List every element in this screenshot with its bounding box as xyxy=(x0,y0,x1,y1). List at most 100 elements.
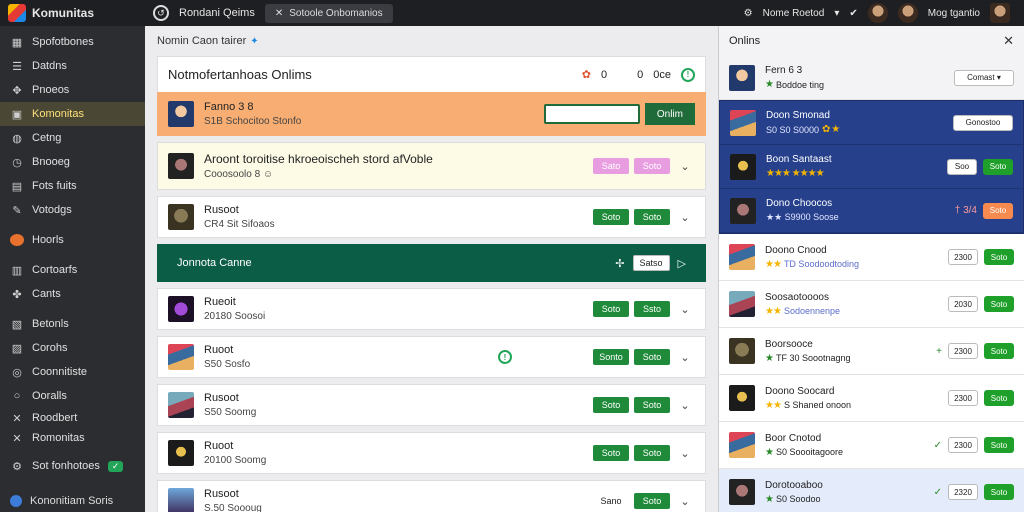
panel-item[interactable]: Dorotooaboo ★ S0 Soodoo ✓ 2320 Soto xyxy=(719,469,1024,512)
sidebar-item[interactable]: ✎ Votodgs xyxy=(0,198,145,222)
sidebar-item[interactable]: ▨ Corohs xyxy=(0,336,145,360)
list-item[interactable]: Rusoot S.50 Soooug Sano Soto ⌄ xyxy=(157,480,706,512)
search-pill[interactable]: ✕ Sotoole Onbomanios xyxy=(264,3,393,23)
panel-item[interactable]: Soosaotoooos ★★ Sodoennenpe 2030 Soto xyxy=(719,281,1024,328)
panel-item[interactable]: Fern 6 3 ★ Boddoe ting Comast ▾ xyxy=(719,56,1024,100)
bird-icon[interactable]: ✔ xyxy=(849,8,857,19)
row-action-button[interactable]: Sonto xyxy=(593,349,629,365)
section-band[interactable]: Jonnota Canne ✢ Satso ▷ xyxy=(157,244,706,282)
panel-item-button[interactable]: Soto xyxy=(983,202,1013,219)
sidebar-item[interactable]: ▦ Spofotbones xyxy=(0,30,145,54)
sidebar-item[interactable]: ✥ Pnoeos xyxy=(0,78,145,102)
row-action-button[interactable]: Soto xyxy=(634,209,670,225)
close-icon[interactable]: ✕ xyxy=(275,8,283,19)
avatar[interactable] xyxy=(867,3,888,23)
list-item[interactable]: Rusoot CR4 Sit Sifoaos Soto Soto ⌄ xyxy=(157,196,706,238)
sidebar-item[interactable]: Hoorls xyxy=(0,228,145,252)
panel-item-button[interactable]: 2300 xyxy=(948,390,978,406)
row-action-button[interactable]: Soto xyxy=(634,349,670,365)
row-action-button[interactable]: Soto xyxy=(593,397,629,413)
sort-select[interactable]: Comast ▾ xyxy=(954,69,1014,86)
online-input[interactable] xyxy=(543,104,640,124)
row-action-button[interactable]: Soto xyxy=(634,158,670,174)
sidebar-item[interactable]: ✕ Romonitas xyxy=(0,428,145,448)
top-left-label[interactable]: Rondani Qeims xyxy=(179,7,255,19)
panel-item-button[interactable]: 2030 xyxy=(948,296,978,312)
info-icon[interactable]: ! xyxy=(681,67,695,82)
plus-icon[interactable]: + xyxy=(936,346,942,357)
star-icon[interactable]: ✦ xyxy=(250,36,258,47)
panel-item-button[interactable]: Soto xyxy=(984,437,1014,453)
chevron-down-icon[interactable]: ⌄ xyxy=(675,160,695,173)
panel-item[interactable]: Dono Choocos ★★ S9900 Soose † 3/4 Soto xyxy=(720,189,1023,233)
sidebar-item[interactable]: ☰ Datdns xyxy=(0,54,145,78)
chevron-down-icon[interactable]: ⌄ xyxy=(675,399,695,412)
panel-item-button[interactable]: 2300 xyxy=(948,343,978,359)
top-right-label[interactable]: Nome Roetod xyxy=(763,8,825,19)
online-button[interactable]: Onlim xyxy=(644,103,695,125)
panel-item-button[interactable]: Soto xyxy=(983,158,1013,175)
row-action-button[interactable]: Soto xyxy=(634,397,670,413)
row-action-button[interactable]: Sato xyxy=(593,158,629,174)
panel-item-button[interactable]: 2300 xyxy=(948,437,978,453)
chevron-down-icon[interactable]: ⌄ xyxy=(675,447,695,460)
panel-item-button[interactable]: Soo xyxy=(947,158,977,175)
sidebar-item[interactable]: ○ Ooralls xyxy=(0,384,145,408)
sidebar-footer[interactable]: Kononitiam Soris xyxy=(0,490,145,512)
sidebar-item[interactable]: ✕ Roodbert xyxy=(0,408,145,428)
row-action-button[interactable]: Soto xyxy=(634,493,670,509)
app-brand[interactable]: Komunitas xyxy=(0,4,145,22)
sidebar-item-komunitas[interactable]: ▣ Komonitas xyxy=(0,102,145,126)
chevron-down-icon[interactable]: ⌄ xyxy=(675,211,695,224)
sidebar-item[interactable]: ⚙ Sot fonhotoes ✓ xyxy=(0,454,145,478)
row-action-button[interactable]: Sano xyxy=(593,493,629,509)
sidebar-item[interactable]: ◍ Cetng xyxy=(0,126,145,150)
info-icon[interactable]: ! xyxy=(498,350,512,364)
list-item[interactable]: Ruoot S50 Sosfo ! Sonto Soto ⌄ xyxy=(157,336,706,378)
share-icon[interactable]: ✢ xyxy=(615,257,624,270)
panel-item-button[interactable]: 2320 xyxy=(948,484,978,500)
sidebar-item[interactable]: ◷ Bnooeg xyxy=(0,150,145,174)
sidebar-item[interactable]: ◎ Coonnitiste xyxy=(0,360,145,384)
sidebar-item[interactable]: ▥ Cortoarfs xyxy=(0,258,145,282)
panel-item-button[interactable]: Soto xyxy=(984,484,1014,500)
expand-icon[interactable]: ▷ xyxy=(678,257,686,270)
row-action-button[interactable]: Soto xyxy=(634,445,670,461)
panel-item[interactable]: Doono Soocard ★★ S Shaned onoon 2300 Soto xyxy=(719,375,1024,422)
list-item[interactable]: Fanno 3 8 S1B Schocitoo Stonfo Onlim xyxy=(157,92,706,136)
chevron-down-icon[interactable]: ⌄ xyxy=(675,495,695,508)
row-action-button[interactable]: Ssto xyxy=(634,301,670,317)
panel-item-button[interactable]: Soto xyxy=(984,296,1014,312)
row-action-button[interactable]: Soto xyxy=(593,209,629,225)
list-item[interactable]: Rueoit 20180 Soosoi Soto Ssto ⌄ xyxy=(157,288,706,330)
chevron-down-icon[interactable]: ▾ xyxy=(834,8,839,19)
sidebar-item[interactable]: ▧ Betonls xyxy=(0,312,145,336)
flame-icon[interactable]: ✿ xyxy=(582,68,591,81)
avatar[interactable] xyxy=(897,3,918,23)
list-item[interactable]: Aroont toroitise hkroeoischeh stord afVo… xyxy=(157,142,706,190)
panel-item-button[interactable]: Gonostoo xyxy=(953,114,1013,131)
avatar[interactable] xyxy=(990,3,1010,23)
list-item[interactable]: Ruoot 20100 Soomg Soto Soto ⌄ xyxy=(157,432,706,474)
panel-item[interactable]: Boorsooce ★ TF 30 Soootnagng +2300 Soto xyxy=(719,328,1024,375)
panel-item-button[interactable]: 2300 xyxy=(948,249,978,265)
row-action-button[interactable]: Soto xyxy=(593,301,629,317)
user-label[interactable]: Mog tgantio xyxy=(928,8,980,19)
close-icon[interactable]: ✕ xyxy=(1003,33,1014,49)
panel-item[interactable]: Doono Cnood ★★ TD Soodoodtoding 2300 Soto xyxy=(719,234,1024,281)
chevron-down-icon[interactable]: ⌄ xyxy=(675,303,695,316)
panel-item-button[interactable]: Soto xyxy=(984,249,1014,265)
panel-item-button[interactable]: Soto xyxy=(984,343,1014,359)
band-button[interactable]: Satso xyxy=(632,255,670,271)
panel-item[interactable]: Boor Cnotod ★ S0 Soooitagoore ✓ 2300 Soto xyxy=(719,422,1024,469)
panel-item[interactable]: Boon Santaast ★★★ ★★★★ Soo Soto xyxy=(720,145,1023,189)
breadcrumb-label[interactable]: Nomin Caon tairer xyxy=(157,35,246,47)
list-item[interactable]: Rusoot S50 Soomg Soto Soto ⌄ xyxy=(157,384,706,426)
panel-item[interactable]: Doon Smonad S0 S0 S0000 ✿ ★ Gonostoo xyxy=(720,101,1023,145)
sidebar-item[interactable]: ▤ Fots fuits xyxy=(0,174,145,198)
row-action-button[interactable]: Soto xyxy=(593,445,629,461)
settings-icon[interactable]: ⚙ xyxy=(744,8,753,19)
history-icon[interactable]: ↺ xyxy=(153,5,169,21)
sidebar-item[interactable]: ✤ Cants xyxy=(0,282,145,306)
chevron-down-icon[interactable]: ⌄ xyxy=(675,351,695,364)
